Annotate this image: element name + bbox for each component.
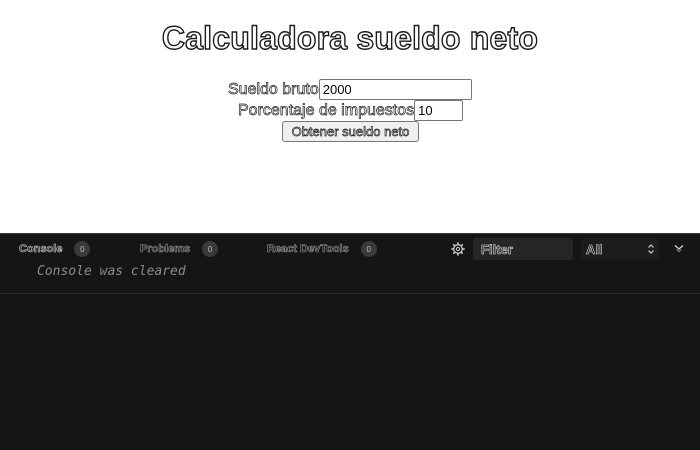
log-level-value: All — [586, 241, 603, 257]
tax-percentage-row: Porcentaje de impuestos — [238, 100, 464, 121]
tab-react-devtools[interactable]: React DevTools 0 — [267, 241, 377, 257]
gross-salary-row: Sueldo bruto — [228, 79, 472, 100]
filter-placeholder: Filter — [481, 241, 513, 257]
tab-problems-count: 0 — [202, 241, 219, 257]
gross-salary-input[interactable] — [318, 79, 472, 100]
console-panel: Console 0 Problems 0 React DevTools 0 Fi… — [0, 233, 700, 450]
tab-console[interactable]: Console 0 — [19, 241, 91, 257]
tab-console-count: 0 — [74, 241, 91, 257]
tab-react-devtools-count: 0 — [360, 241, 377, 257]
log-level-select[interactable]: All — [581, 238, 659, 260]
filter-input[interactable]: Filter — [473, 238, 573, 260]
tax-percentage-input[interactable] — [414, 100, 464, 121]
app-preview: Calculadora sueldo neto Sueldo bruto Por… — [0, 0, 700, 233]
get-net-salary-button[interactable]: Obtener sueldo neto — [282, 121, 419, 142]
page-title: Calculadora sueldo neto — [161, 19, 539, 56]
tab-react-devtools-label: React DevTools — [267, 243, 349, 256]
console-tabbar: Console 0 Problems 0 React DevTools 0 Fi… — [0, 234, 700, 262]
get-net-salary-label: Obtener sueldo neto — [291, 124, 410, 140]
console-log-entry: Console was cleared — [0, 264, 700, 294]
updown-chevron-icon — [648, 244, 654, 254]
tab-problems[interactable]: Problems 0 — [140, 241, 219, 257]
chevron-down-icon[interactable] — [673, 243, 685, 253]
console-cleared-message: Console was cleared — [37, 264, 186, 279]
tab-console-label: Console — [19, 243, 63, 256]
tax-percentage-label: Porcentaje de impuestos — [238, 101, 415, 119]
gear-icon[interactable] — [451, 242, 465, 256]
tab-problems-label: Problems — [140, 243, 191, 256]
gross-salary-label: Sueldo bruto — [228, 80, 319, 98]
